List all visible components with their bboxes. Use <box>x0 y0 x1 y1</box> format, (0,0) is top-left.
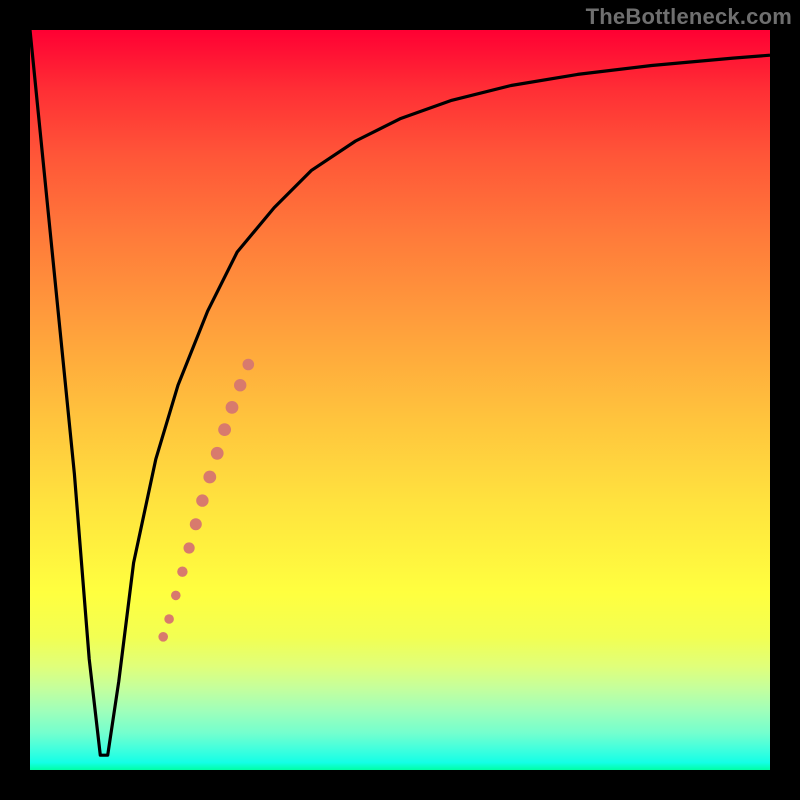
highlight-dot <box>211 447 224 460</box>
highlight-dot <box>177 567 187 577</box>
highlight-dot <box>243 359 255 371</box>
chart-frame: TheBottleneck.com <box>0 0 800 800</box>
highlight-dot <box>184 542 195 553</box>
highlight-dot <box>190 518 202 530</box>
highlight-dot <box>164 614 174 624</box>
highlight-dot <box>218 423 231 436</box>
highlight-dot <box>196 494 208 506</box>
highlight-dot <box>171 591 181 601</box>
highlight-dot <box>203 471 216 484</box>
chart-svg <box>30 30 770 770</box>
highlight-dot <box>226 401 239 414</box>
plot-area <box>30 30 770 770</box>
watermark-text: TheBottleneck.com <box>586 4 792 30</box>
highlight-dot <box>158 632 168 642</box>
bottleneck-curve <box>30 30 770 755</box>
highlight-dot <box>234 379 246 391</box>
